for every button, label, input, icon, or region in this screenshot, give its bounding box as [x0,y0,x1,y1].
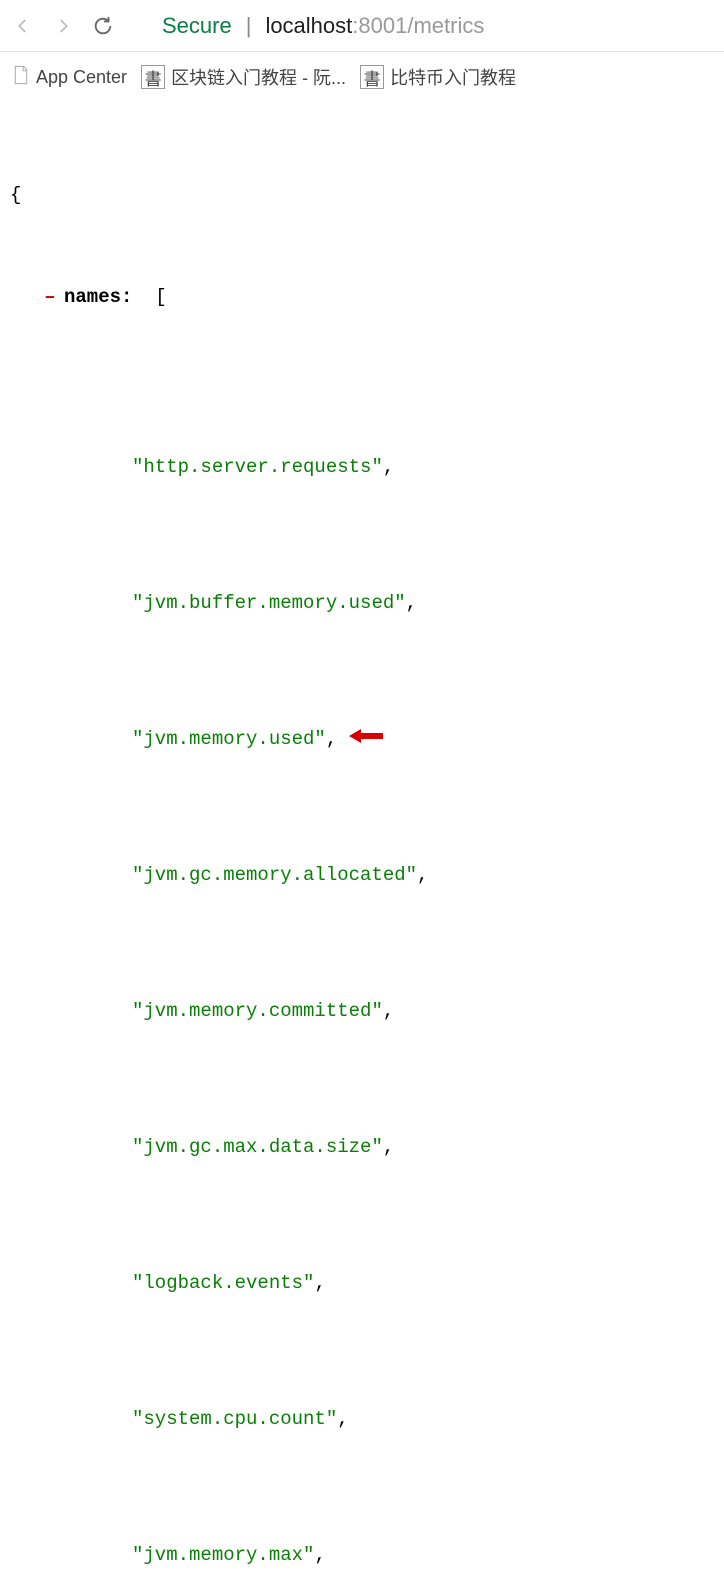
comma: , [337,1402,348,1436]
json-array-item: "jvm.buffer.memory.used", [8,586,724,620]
reload-button[interactable] [90,13,116,39]
json-string-value: "jvm.memory.used" [132,722,326,756]
collapse-toggle[interactable]: – [36,280,64,314]
json-string-value: "jvm.gc.max.data.size" [132,1130,383,1164]
book-icon: 書 [141,65,165,89]
reload-icon [92,15,114,37]
json-string-value: "jvm.memory.max" [132,1538,314,1572]
browser-toolbar: Secure | localhost:8001/metrics [0,0,724,52]
comma: , [383,450,394,484]
json-key: names: [64,280,132,314]
bookmark-bitcoin-tutorial[interactable]: 書 比特币入门教程 [360,64,516,90]
json-array-item: "jvm.memory.committed", [8,994,724,1028]
comma: , [314,1538,325,1572]
comma: , [383,994,394,1028]
comma: , [314,1266,325,1300]
chevron-left-icon [14,17,32,35]
json-array-item: "logback.events", [8,1266,724,1300]
url-divider: | [246,13,252,39]
bookmark-app-center[interactable]: App Center [12,65,127,90]
forward-button[interactable] [50,13,76,39]
comma: , [326,722,337,756]
url-host: localhost [265,13,352,38]
open-brace: { [8,178,724,212]
comma: , [406,586,417,620]
url-bar[interactable]: localhost:8001/metrics [265,13,484,39]
json-array-item: "jvm.gc.memory.allocated", [8,858,724,892]
json-string-value: "jvm.memory.committed" [132,994,383,1028]
annotation-arrow-icon [349,723,383,757]
json-string-value: "logback.events" [132,1266,314,1300]
url-path: :8001/metrics [352,13,484,38]
json-viewer: { – names: [ "http.server.requests", "jv… [0,102,724,1596]
json-key-line: – names: [ [8,280,724,314]
book-icon: 書 [360,65,384,89]
json-string-value: "jvm.buffer.memory.used" [132,586,406,620]
bookmark-label: 区块链入门教程 - 阮... [171,64,346,90]
bookmark-label: App Center [36,67,127,88]
json-array-item: "jvm.memory.used", [8,722,724,756]
json-array-item: "http.server.requests", [8,450,724,484]
json-array-item: "system.cpu.count", [8,1402,724,1436]
json-string-value: "jvm.gc.memory.allocated" [132,858,417,892]
json-string-value: "system.cpu.count" [132,1402,337,1436]
json-array-item: "jvm.memory.max", [8,1538,724,1572]
page-icon [12,65,30,90]
bookmark-label: 比特币入门教程 [390,64,516,90]
json-array-item: "jvm.gc.max.data.size", [8,1130,724,1164]
back-button[interactable] [10,13,36,39]
bookmarks-bar: App Center 書 区块链入门教程 - 阮... 書 比特币入门教程 [0,52,724,102]
json-string-value: "http.server.requests" [132,450,383,484]
comma: , [383,1130,394,1164]
open-bracket: [ [155,280,166,314]
comma: , [417,858,428,892]
bookmark-blockchain-tutorial[interactable]: 書 区块链入门教程 - 阮... [141,64,346,90]
json-array-items: "http.server.requests", "jvm.buffer.memo… [8,382,724,1596]
chevron-right-icon [54,17,72,35]
secure-label: Secure [162,13,232,39]
